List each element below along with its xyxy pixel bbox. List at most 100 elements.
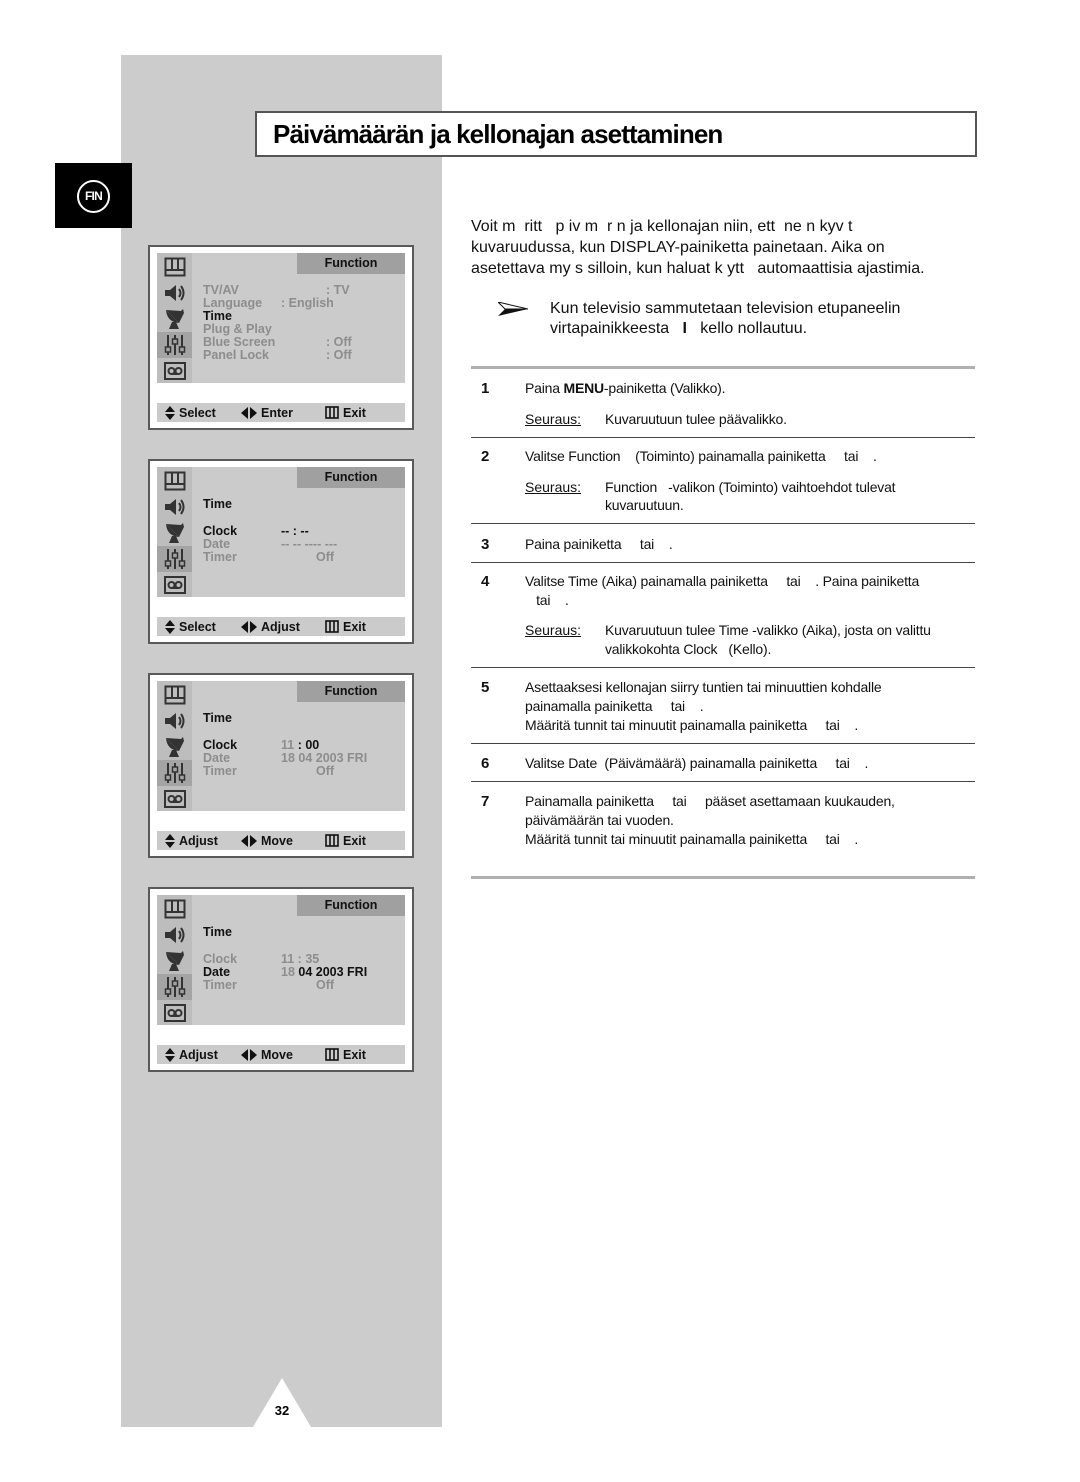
step-5-instruction-line-2: painamalla painiketta tai . — [525, 698, 704, 714]
sound-icon — [157, 708, 192, 734]
footer-hint-enter: Enter — [241, 403, 293, 422]
footer-hint-adjust: Adjust — [165, 831, 218, 850]
step-4-result-line-2: valikkokohta Clock (Kello). — [605, 641, 772, 657]
menu-panel: Function TV/AV : TV Language : English T… — [157, 253, 405, 383]
step-4-instruction-line-2: tai . — [525, 592, 569, 608]
up-down-arrows-icon — [165, 619, 175, 634]
sound-icon — [157, 280, 192, 306]
menu-title-time: Time — [203, 497, 232, 511]
menu-item-timer: Timer — [203, 978, 237, 992]
footer-hint-move: Move — [241, 1045, 293, 1064]
picture-icon — [157, 254, 192, 280]
menu-icon-column — [157, 467, 192, 597]
step-divider — [471, 523, 975, 524]
step-7-instruction-line-3: Määritä tunnit tai minuutit painamalla p… — [525, 831, 859, 847]
input-icon — [157, 1000, 192, 1026]
step-divider — [471, 562, 975, 563]
clock-minutes-active: : 00 — [294, 738, 320, 752]
exit-icon — [325, 620, 339, 633]
note-text: virtapainikkeesta — [550, 320, 683, 337]
footer-hint-select: Select — [165, 617, 216, 636]
section-divider-top — [471, 366, 975, 369]
footer-hint-label: Adjust — [179, 1047, 218, 1062]
footer-hint-exit: Exit — [325, 403, 366, 422]
menu-title-time: Time — [203, 925, 232, 939]
function-icon — [157, 332, 192, 358]
page-number: 32 — [274, 1403, 290, 1418]
clock-hours: 11 — [281, 738, 295, 752]
step-number: 1 — [481, 380, 490, 397]
footer-hint-label: Move — [261, 833, 293, 848]
menu-icon-column — [157, 895, 192, 1025]
function-icon — [157, 546, 192, 572]
footer-hint-adjust: Adjust — [241, 617, 300, 636]
note-arrow-icon — [498, 302, 528, 316]
footer-hint-label: Exit — [343, 1047, 366, 1062]
input-icon — [157, 786, 192, 812]
footer-hint-adjust: Adjust — [165, 1045, 218, 1064]
channel-icon — [157, 734, 192, 760]
menu-item-panel-lock: Panel Lock — [203, 348, 269, 362]
result-label: Seuraus: — [525, 411, 582, 427]
function-icon — [157, 974, 192, 1000]
step-divider — [471, 781, 975, 782]
input-icon — [157, 358, 192, 384]
step-text: -painiketta (Valikko). — [603, 380, 726, 396]
intro-line-1: Voit m ritt p iv m r n ja kellonajan nii… — [471, 218, 853, 235]
menu-footer: Select Enter Exit — [157, 403, 405, 422]
menu-panel: Function Time Clock 11 : 00 Date 18 04 2… — [157, 681, 405, 811]
exit-icon — [325, 1048, 339, 1061]
osd-menu-function: Function TV/AV : TV Language : English T… — [148, 245, 414, 430]
menu-item-timer-value: Off — [316, 764, 335, 778]
step-4-instruction-line-1: Valitse Time (Aika) painamalla painikett… — [525, 573, 920, 589]
footer-hint-label: Exit — [343, 405, 366, 420]
date-month-year-active: 04 2003 FRI — [294, 965, 368, 979]
up-down-arrows-icon — [165, 405, 175, 420]
step-divider — [471, 667, 975, 668]
step-number: 2 — [481, 448, 490, 465]
exit-icon — [325, 406, 339, 419]
exit-icon — [325, 834, 339, 847]
input-icon — [157, 572, 192, 598]
step-divider — [471, 437, 975, 438]
step-5-instruction-line-3: Määritä tunnit tai minuutit painamalla p… — [525, 717, 859, 733]
sound-icon — [157, 922, 192, 948]
menu-panel: Function Time Clock 11 : 35 Date 18 04 2… — [157, 895, 405, 1025]
language-badge: FIN — [55, 163, 132, 228]
page-title-box: Päivämäärän ja kellonajan asettaminen — [255, 111, 977, 157]
footer-hint-select: Select — [165, 403, 216, 422]
step-6-instruction: Valitse Date (Päivämäärä) painamalla pai… — [525, 755, 869, 771]
menu-item-timer-value: Off — [316, 978, 335, 992]
footer-hint-label: Move — [261, 1047, 293, 1062]
picture-icon — [157, 896, 192, 922]
result-label: Seuraus: — [525, 479, 582, 495]
menu-icon-column — [157, 253, 192, 383]
step-number: 3 — [481, 536, 490, 553]
footer-hint-exit: Exit — [325, 617, 366, 636]
menu-title-time: Time — [203, 711, 232, 725]
note-text: kello nollautuu. — [686, 320, 808, 337]
footer-hint-label: Exit — [343, 833, 366, 848]
step-4-result-line-1: Kuvaruutuun tulee Time -valikko (Aika), … — [605, 622, 931, 638]
step-5-instruction-line-1: Asettaaksesi kellonajan siirry tuntien t… — [525, 679, 882, 695]
channel-icon — [157, 520, 192, 546]
intro-line-2: kuvaruudussa, kun DISPLAY-painiketta pai… — [471, 239, 885, 256]
footer-hint-label: Enter — [261, 405, 293, 420]
step-3-instruction: Paina painiketta tai . — [525, 536, 673, 552]
channel-icon — [157, 948, 192, 974]
footer-hint-exit: Exit — [325, 831, 366, 850]
footer-hint-label: Select — [179, 619, 216, 634]
menu-header: Function — [297, 895, 405, 916]
up-down-arrows-icon — [165, 1047, 175, 1062]
step-1-result: Kuvaruutuun tulee päävalikko. — [605, 411, 787, 427]
left-right-arrows-icon — [241, 406, 257, 419]
picture-icon — [157, 682, 192, 708]
left-right-arrows-icon — [241, 834, 257, 847]
step-2-result-line-1: Function -valikon (Toiminto) vaihtoehdot… — [605, 479, 896, 495]
up-down-arrows-icon — [165, 833, 175, 848]
step-2-result-line-2: kuvaruutuun. — [605, 497, 684, 513]
channel-icon — [157, 306, 192, 332]
menu-item-timer: Timer — [203, 764, 237, 778]
osd-menu-time-clock: Function Time Clock 11 : 00 Date 18 04 2… — [148, 673, 414, 858]
language-badge-label: FIN — [77, 180, 110, 213]
